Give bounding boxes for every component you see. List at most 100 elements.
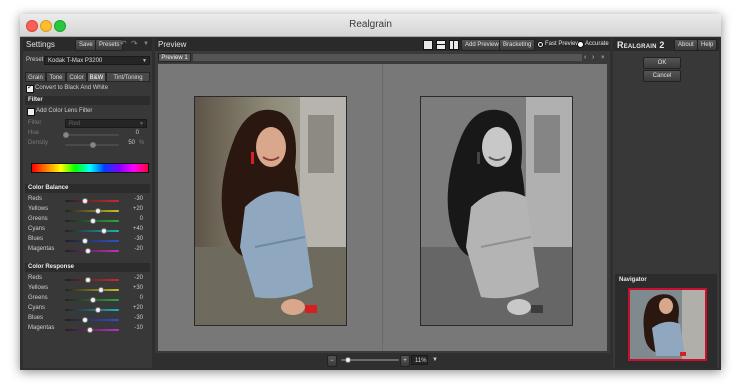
color-balance-slider[interactable]	[65, 198, 119, 204]
slider-thumb[interactable]	[90, 218, 96, 224]
bracketing-button[interactable]: Bracketing	[499, 39, 536, 51]
slider-thumb[interactable]	[87, 327, 94, 333]
brand-name: Realgrain	[617, 40, 657, 50]
color-response-value: -20	[134, 275, 143, 281]
color-response-label: Yellows	[28, 285, 49, 291]
tab-grain[interactable]: Grain	[25, 72, 46, 82]
chevron-right-icon[interactable]: ›	[592, 53, 594, 63]
single-view-icon[interactable]	[423, 40, 433, 50]
about-button[interactable]: About	[674, 39, 698, 51]
slider-thumb[interactable]	[84, 277, 91, 283]
color-balance-header: Color Balance	[25, 184, 150, 193]
color-balance-slider[interactable]	[65, 228, 119, 234]
brand-panel: Realgrain 2 About Help OK Cancel Navigat…	[613, 38, 719, 368]
color-balance-slider[interactable]	[65, 248, 119, 254]
hue-value: 0	[135, 130, 139, 136]
convert-bw-checkbox[interactable]	[26, 83, 34, 93]
navigator-panel: Navigator	[615, 274, 717, 368]
color-balance-value: -30	[134, 236, 143, 242]
color-balance-label: Yellows	[28, 206, 49, 212]
color-balance-label: Cyans	[28, 226, 46, 232]
tab-tint-toning[interactable]: Tint/Toning	[106, 72, 150, 82]
color-response-slider[interactable]	[65, 297, 119, 303]
color-response-slider[interactable]	[65, 327, 119, 333]
color-response-slider[interactable]	[65, 307, 119, 313]
zoom-in-button[interactable]: +	[400, 355, 410, 367]
tab-bw[interactable]: B&W	[87, 72, 106, 82]
accurate-radio[interactable]	[577, 41, 584, 48]
zoom-level-select[interactable]: 11%	[411, 355, 428, 365]
hue-slider[interactable]	[63, 132, 119, 138]
save-button[interactable]: Save	[75, 39, 97, 51]
color-response-label: Blues	[28, 315, 44, 321]
menu-chevron-icon[interactable]: ▼	[143, 39, 149, 49]
horizontal-split-icon[interactable]	[436, 40, 446, 50]
navigator-title: Navigator	[619, 277, 647, 283]
color-spectrum-bar[interactable]	[31, 163, 149, 173]
color-balance-value: +40	[132, 226, 143, 232]
density-slider[interactable]	[65, 142, 119, 148]
chevron-down-icon: ▼	[139, 121, 144, 127]
filter-value: Red	[69, 121, 81, 127]
zoom-slider-thumb[interactable]	[344, 357, 351, 363]
density-unit: %	[139, 140, 145, 146]
add-lens-filter-checkbox[interactable]	[27, 108, 35, 116]
filter-select[interactable]: Red ▼	[65, 119, 147, 128]
zoom-slider[interactable]	[341, 357, 399, 363]
brand-header: Realgrain 2 About Help	[613, 38, 719, 51]
split-divider[interactable]	[382, 64, 383, 351]
slider-thumb[interactable]	[81, 317, 88, 323]
slider-thumb[interactable]	[81, 238, 88, 244]
chevron-left-icon[interactable]: ‹	[584, 53, 586, 63]
preview-canvas[interactable]	[158, 64, 607, 351]
tab-tone[interactable]: Tone	[46, 72, 66, 82]
slider-thumb[interactable]	[95, 208, 102, 214]
slider-thumb[interactable]	[81, 198, 88, 204]
help-button[interactable]: Help	[697, 39, 718, 51]
density-slider-thumb[interactable]	[90, 142, 96, 148]
close-icon[interactable]: ×	[601, 53, 605, 63]
color-response-label: Greens	[28, 295, 48, 301]
color-response-slider[interactable]	[65, 287, 119, 293]
add-preview-button[interactable]: Add Preview	[461, 39, 503, 51]
color-balance-slider[interactable]	[65, 218, 119, 224]
tab-color[interactable]: Color	[66, 72, 87, 82]
chevron-down-icon[interactable]: ▼	[432, 355, 438, 365]
preset-select[interactable]: Kodak T-Max P3200 ▼	[44, 56, 150, 65]
color-response-header: Color Response	[25, 263, 150, 272]
color-balance-slider[interactable]	[65, 208, 119, 214]
slider-thumb[interactable]	[95, 307, 102, 313]
original-photo	[194, 96, 347, 326]
color-response-slider[interactable]	[65, 277, 119, 283]
color-response-value: +30	[132, 285, 143, 291]
hue-slider-thumb[interactable]	[63, 132, 69, 138]
window-title: Realgrain	[349, 19, 392, 30]
color-response-slider[interactable]	[65, 317, 119, 323]
original-photo-image	[195, 97, 346, 325]
undo-icon[interactable]: ↶	[120, 39, 127, 49]
redo-icon[interactable]: ↷	[131, 39, 138, 49]
title-bar: Realgrain	[20, 14, 721, 37]
preset-label: Preset	[26, 57, 44, 63]
color-balance-value: +20	[132, 206, 143, 212]
fast-preview-radio[interactable]	[537, 41, 544, 48]
color-balance-slider[interactable]	[65, 238, 119, 244]
preview-tab-1[interactable]: Preview 1	[158, 53, 191, 62]
navigator-thumbnail[interactable]	[628, 288, 707, 361]
preview-header: Preview Add Preview Bracketing Fast Prev…	[155, 38, 610, 51]
vertical-split-icon[interactable]	[449, 40, 459, 50]
slider-thumb[interactable]	[84, 248, 91, 254]
ok-button[interactable]: OK	[643, 57, 681, 69]
cancel-button[interactable]: Cancel	[643, 70, 681, 82]
color-balance-label: Blues	[28, 236, 44, 242]
slider-thumb[interactable]	[98, 287, 105, 293]
zoom-out-button[interactable]: −	[327, 355, 337, 367]
color-balance-value: 0	[139, 216, 143, 222]
color-balance-value: -20	[134, 246, 143, 252]
slider-thumb[interactable]	[100, 228, 107, 234]
filter-section-header: Filter	[25, 96, 150, 105]
preset-value: Kodak T-Max P3200	[48, 58, 103, 64]
slider-thumb[interactable]	[90, 297, 96, 303]
chevron-down-icon: ▼	[142, 58, 147, 64]
navigator-thumbnail-image	[630, 290, 705, 359]
